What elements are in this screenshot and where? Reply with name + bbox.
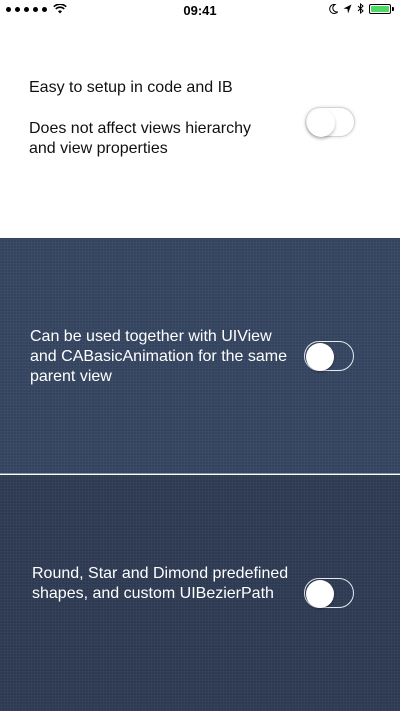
status-bar: 09:41 — [0, 0, 400, 20]
battery-body — [369, 3, 391, 14]
feature-text-animation: Can be used together with UIView and CAB… — [30, 328, 288, 385]
bluetooth-icon — [357, 3, 364, 14]
feature-section-setup: Easy to setup in code and IB Does not af… — [0, 20, 400, 238]
battery-tip — [392, 6, 394, 11]
switch-knob — [305, 342, 334, 371]
toggle-switch-shapes[interactable] — [304, 578, 354, 608]
battery-icon — [369, 3, 394, 14]
feature-section-animation: Can be used together with UIView and CAB… — [0, 238, 400, 474]
battery-fill — [371, 5, 389, 12]
feature-text-shapes: Round, Star and Dimond predefined shapes… — [32, 565, 289, 602]
feature-text-hierarchy: Does not affect views hierarchy and view… — [29, 120, 252, 157]
switch-knob — [307, 109, 335, 137]
toggle-switch-setup[interactable] — [305, 107, 355, 137]
status-right-icons — [329, 3, 394, 14]
toggle-switch-animation[interactable] — [304, 341, 354, 371]
switch-knob — [305, 579, 334, 608]
feature-text-setup: Easy to setup in code and IB — [29, 79, 233, 96]
moon-icon — [329, 3, 338, 14]
location-arrow-icon — [343, 4, 352, 13]
feature-section-shapes: Round, Star and Dimond predefined shapes… — [0, 475, 400, 711]
